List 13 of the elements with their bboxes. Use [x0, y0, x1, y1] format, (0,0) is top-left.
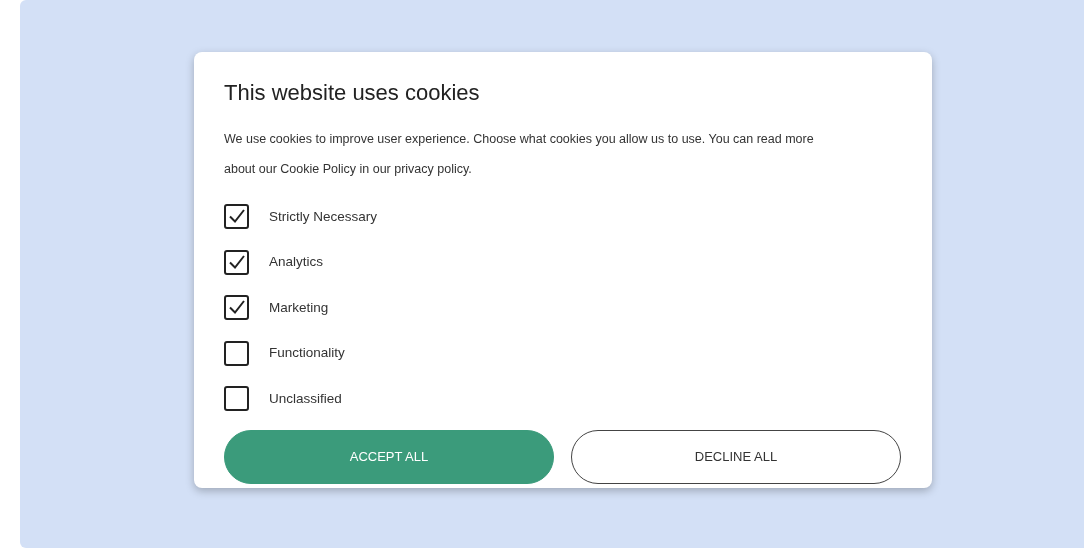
checkbox[interactable]	[224, 295, 249, 321]
checkbox[interactable]	[224, 249, 249, 275]
option-label: Unclassified	[269, 389, 342, 408]
description-text: We use cookies to improve user experience. Choose what cookies you allow us to use. You can read more about our Cookie Policy in our privacy policy.	[224, 131, 815, 178]
checkbox[interactable]	[224, 204, 249, 230]
option-label: Analytics	[269, 253, 324, 272]
dialog-title: This website uses cookies	[224, 79, 481, 107]
option-label: Marketing	[269, 298, 329, 317]
checkbox[interactable]	[224, 386, 249, 412]
option-label: Strictly Necessary	[269, 207, 378, 226]
checkbox[interactable]	[224, 340, 249, 366]
decline-button[interactable]: DECLINE ALL	[571, 429, 901, 484]
option-label: Functionality	[269, 344, 345, 363]
